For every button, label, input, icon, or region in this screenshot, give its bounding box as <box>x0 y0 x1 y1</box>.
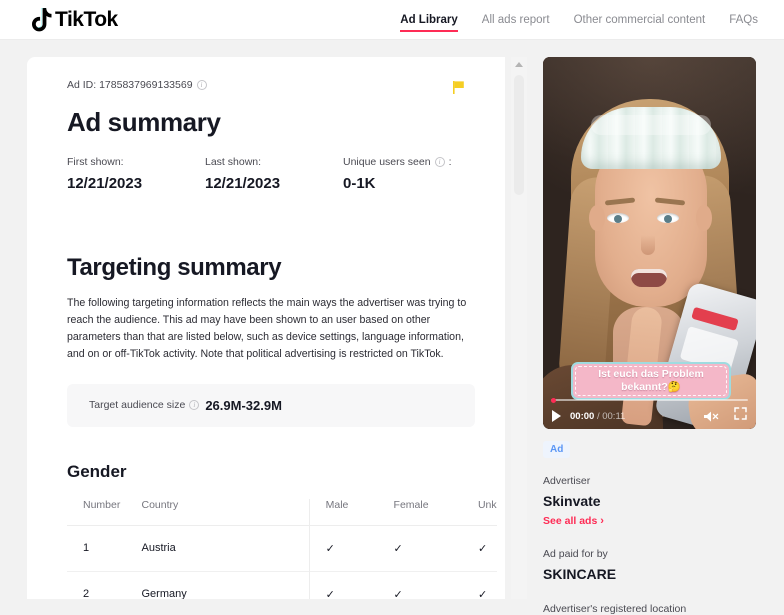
video-time-separator: / <box>596 410 600 422</box>
column-header-female[interactable]: Female <box>394 499 478 526</box>
audience-label-text: Target audience size <box>89 399 186 412</box>
play-icon[interactable] <box>552 410 561 422</box>
video-total-time: 00:11 <box>602 410 626 422</box>
stat-first-shown: First shown: 12/21/2023 <box>67 156 205 192</box>
ad-id-text: Ad ID: 1785837969133569 <box>67 79 193 91</box>
see-all-ads-link[interactable]: See all ads › <box>543 515 759 527</box>
stat-label-suffix: : <box>448 156 452 168</box>
tiktok-note-icon <box>30 7 52 32</box>
column-header-male[interactable]: Male <box>308 498 394 526</box>
cell-male-check: ✓ <box>308 571 394 599</box>
audience-value: 26.9M-32.9M <box>205 397 282 413</box>
ad-detail-card: Ad ID: 1785837969133569 i Ad summary Fir… <box>27 57 505 599</box>
targeting-summary-title: Targeting summary <box>67 254 282 281</box>
stat-label: First shown: <box>67 156 124 168</box>
stat-last-shown: Last shown: 12/21/2023 <box>205 156 343 192</box>
ad-stats: First shown: 12/21/2023 Last shown: 12/2… <box>67 156 475 192</box>
video-caption-overlay: Ist euch das Problem bekannt?🤔 <box>571 362 731 400</box>
video-caption-text: Ist euch das Problem bekannt?🤔 <box>598 368 704 393</box>
chevron-right-icon: › <box>600 515 604 527</box>
stat-label: Last shown: <box>205 156 262 168</box>
table-row: 1 Austria ✓ ✓ ✓ <box>67 525 497 572</box>
column-header-number[interactable]: Number <box>67 499 142 526</box>
vertical-scrollbar[interactable] <box>511 57 527 599</box>
gender-table: Number Country Male Female Unknown gend … <box>67 498 497 599</box>
target-audience-size-box: Target audience size i 26.9M-32.9M <box>67 383 475 427</box>
gender-table-wrapper: Number Country Male Female Unknown gend … <box>67 498 497 599</box>
yellow-flag-icon[interactable] <box>451 79 467 95</box>
page-body: Ad ID: 1785837969133569 i Ad summary Fir… <box>0 40 784 615</box>
targeting-summary-description: The following targeting information refl… <box>67 297 467 361</box>
ad-video-player[interactable]: Ist euch das Problem bekannt?🤔 00:00 / 0… <box>543 57 756 429</box>
ad-preview-panel: Ist euch das Problem bekannt?🤔 00:00 / 0… <box>543 57 759 615</box>
status-badge: Ad <box>543 441 571 458</box>
cell-male-check: ✓ <box>308 525 394 572</box>
video-progress-handle[interactable] <box>551 397 556 403</box>
stat-label-text: Unique users seen <box>343 156 431 168</box>
advertiser-label: Advertiser <box>543 475 591 487</box>
ad-id-row: Ad ID: 1785837969133569 i <box>67 79 475 95</box>
cell-unknown-check: ✓ <box>477 588 488 599</box>
cell-number: 1 <box>83 542 90 555</box>
page-title: Ad summary <box>67 107 221 137</box>
video-progress-bar[interactable] <box>551 397 748 403</box>
info-icon[interactable]: i <box>196 80 207 90</box>
advertiser-registered-location-label: Advertiser's registered location <box>543 603 687 615</box>
fullscreen-icon[interactable] <box>734 407 747 425</box>
nav-item-other-commercial-content[interactable]: Other commercial content <box>562 0 718 40</box>
see-all-ads-label: See all ads <box>543 515 598 527</box>
cell-country: Germany <box>141 588 187 599</box>
scroll-up-arrow-icon[interactable] <box>515 62 523 67</box>
audience-label: Target audience size i <box>89 399 200 412</box>
nav-item-ad-library[interactable]: Ad Library <box>388 0 470 40</box>
mute-icon[interactable] <box>703 410 720 423</box>
cell-unknown-check: ✓ <box>477 542 488 555</box>
tiktok-logo[interactable]: TikTok <box>30 7 119 32</box>
stat-value: 0-1K <box>343 175 376 192</box>
tiktok-wordmark: TikTok <box>54 7 119 32</box>
scrollbar-thumb[interactable] <box>514 75 524 195</box>
video-time-display: 00:00 / 00:11 <box>570 411 625 422</box>
video-controls-bar: 00:00 / 00:11 <box>543 403 756 429</box>
table-row: 2 Germany ✓ ✓ ✓ <box>67 571 497 599</box>
cell-country: Austria <box>141 542 176 555</box>
info-icon[interactable]: i <box>434 157 445 167</box>
advertiser-name: Skinvate <box>543 493 601 509</box>
column-header-unknown-gender[interactable]: Unknown gend <box>478 499 497 526</box>
nav-item-faqs[interactable]: FAQs <box>717 0 770 40</box>
ad-paid-for-by-value: SKINCARE <box>543 566 617 582</box>
stat-label: Unique users seen i : <box>343 156 451 168</box>
nav-item-all-ads-report[interactable]: All ads report <box>470 0 562 40</box>
cell-female-check: ✓ <box>393 588 403 599</box>
stat-unique-users-seen: Unique users seen i : 0-1K <box>343 156 451 192</box>
ad-id: Ad ID: 1785837969133569 i <box>67 79 207 91</box>
cell-number: 2 <box>83 588 90 599</box>
main-navigation: Ad Library All ads report Other commerci… <box>388 0 770 40</box>
info-icon[interactable]: i <box>189 400 200 411</box>
gender-section-title: Gender <box>67 461 127 481</box>
column-header-country[interactable]: Country <box>142 499 310 526</box>
stat-value: 12/21/2023 <box>205 175 281 192</box>
ad-paid-for-by-label: Ad paid for by <box>543 548 608 560</box>
site-header: TikTok Ad Library All ads report Other c… <box>0 0 784 40</box>
table-header-row: Number Country Male Female Unknown gend <box>67 498 497 526</box>
video-current-time: 00:00 <box>570 410 595 422</box>
stat-value: 12/21/2023 <box>67 175 143 192</box>
cell-female-check: ✓ <box>393 542 403 555</box>
